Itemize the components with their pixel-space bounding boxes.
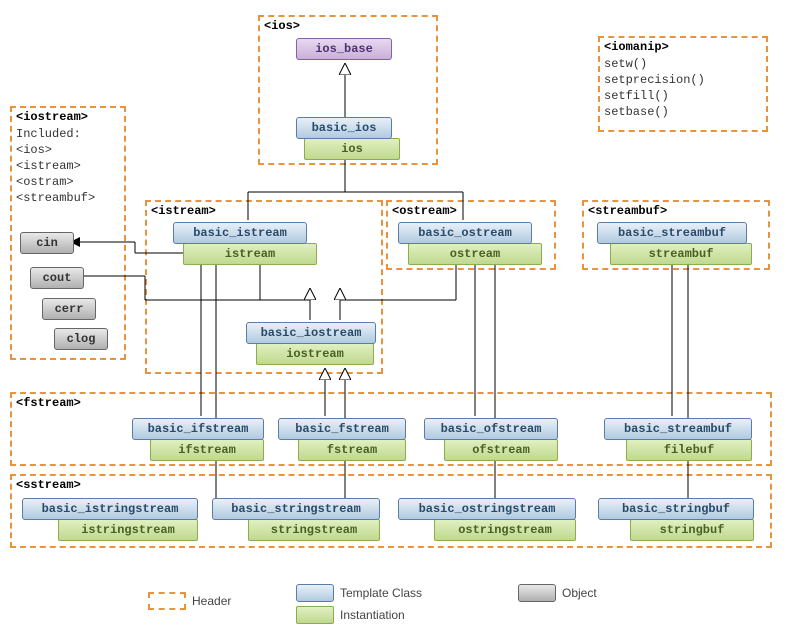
legend-template-class: Template Class (296, 584, 422, 602)
legend-header: Header (148, 592, 231, 610)
legend-object: Object (518, 584, 597, 602)
class-basic-stringstream: basic_stringstream (212, 498, 380, 520)
inst-fstream: fstream (298, 439, 406, 461)
iomanip-functions: setw() setprecision() setfill() setbase(… (604, 56, 705, 120)
legend-label: Instantiation (340, 608, 405, 622)
class-basic-streambuf: basic_streambuf (597, 222, 747, 244)
header-title: <sstream> (16, 478, 81, 492)
inst-istringstream: istringstream (58, 519, 198, 541)
class-ios-base: ios_base (296, 38, 392, 60)
inst-ifstream: ifstream (150, 439, 264, 461)
header-title: <streambuf> (588, 204, 667, 218)
legend-label: Template Class (340, 586, 422, 600)
class-basic-fstream: basic_fstream (278, 418, 406, 440)
legend-label: Object (562, 586, 597, 600)
inst-stringstream: stringstream (248, 519, 380, 541)
object-clog: clog (54, 328, 108, 350)
class-basic-ostringstream: basic_ostringstream (398, 498, 576, 520)
class-basic-ofstream: basic_ofstream (424, 418, 558, 440)
object-cerr: cerr (42, 298, 96, 320)
inst-streambuf: streambuf (610, 243, 752, 265)
header-title: <iostream> (16, 110, 88, 124)
class-basic-istream: basic_istream (173, 222, 307, 244)
legend-label: Header (192, 594, 231, 608)
class-basic-ios: basic_ios (296, 117, 392, 139)
inst-ofstream: ofstream (444, 439, 558, 461)
class-basic-istringstream: basic_istringstream (22, 498, 198, 520)
iostream-includes: Included: <ios> <istream> <ostram> <stre… (16, 126, 95, 206)
object-cout: cout (30, 267, 84, 289)
inst-istream: istream (183, 243, 317, 265)
inst-filebuf: filebuf (626, 439, 752, 461)
header-title: <iomanip> (604, 40, 669, 54)
class-basic-ostream: basic_ostream (398, 222, 532, 244)
header-title: <fstream> (16, 396, 81, 410)
object-cin: cin (20, 232, 74, 254)
header-iomanip: <iomanip> setw() setprecision() setfill(… (598, 36, 768, 132)
class-basic-stringbuf: basic_stringbuf (598, 498, 754, 520)
inst-ostream: ostream (408, 243, 542, 265)
inst-stringbuf: stringbuf (630, 519, 754, 541)
class-basic-iostream: basic_iostream (246, 322, 376, 344)
header-title: <ios> (264, 19, 300, 33)
inst-iostream: iostream (256, 343, 374, 365)
header-title: <ostream> (392, 204, 457, 218)
legend-instantiation: Instantiation (296, 606, 405, 624)
header-title: <istream> (151, 204, 216, 218)
class-basic-filebuf: basic_streambuf (604, 418, 752, 440)
inst-ios: ios (304, 138, 400, 160)
inst-ostringstream: ostringstream (434, 519, 576, 541)
class-basic-ifstream: basic_ifstream (132, 418, 264, 440)
